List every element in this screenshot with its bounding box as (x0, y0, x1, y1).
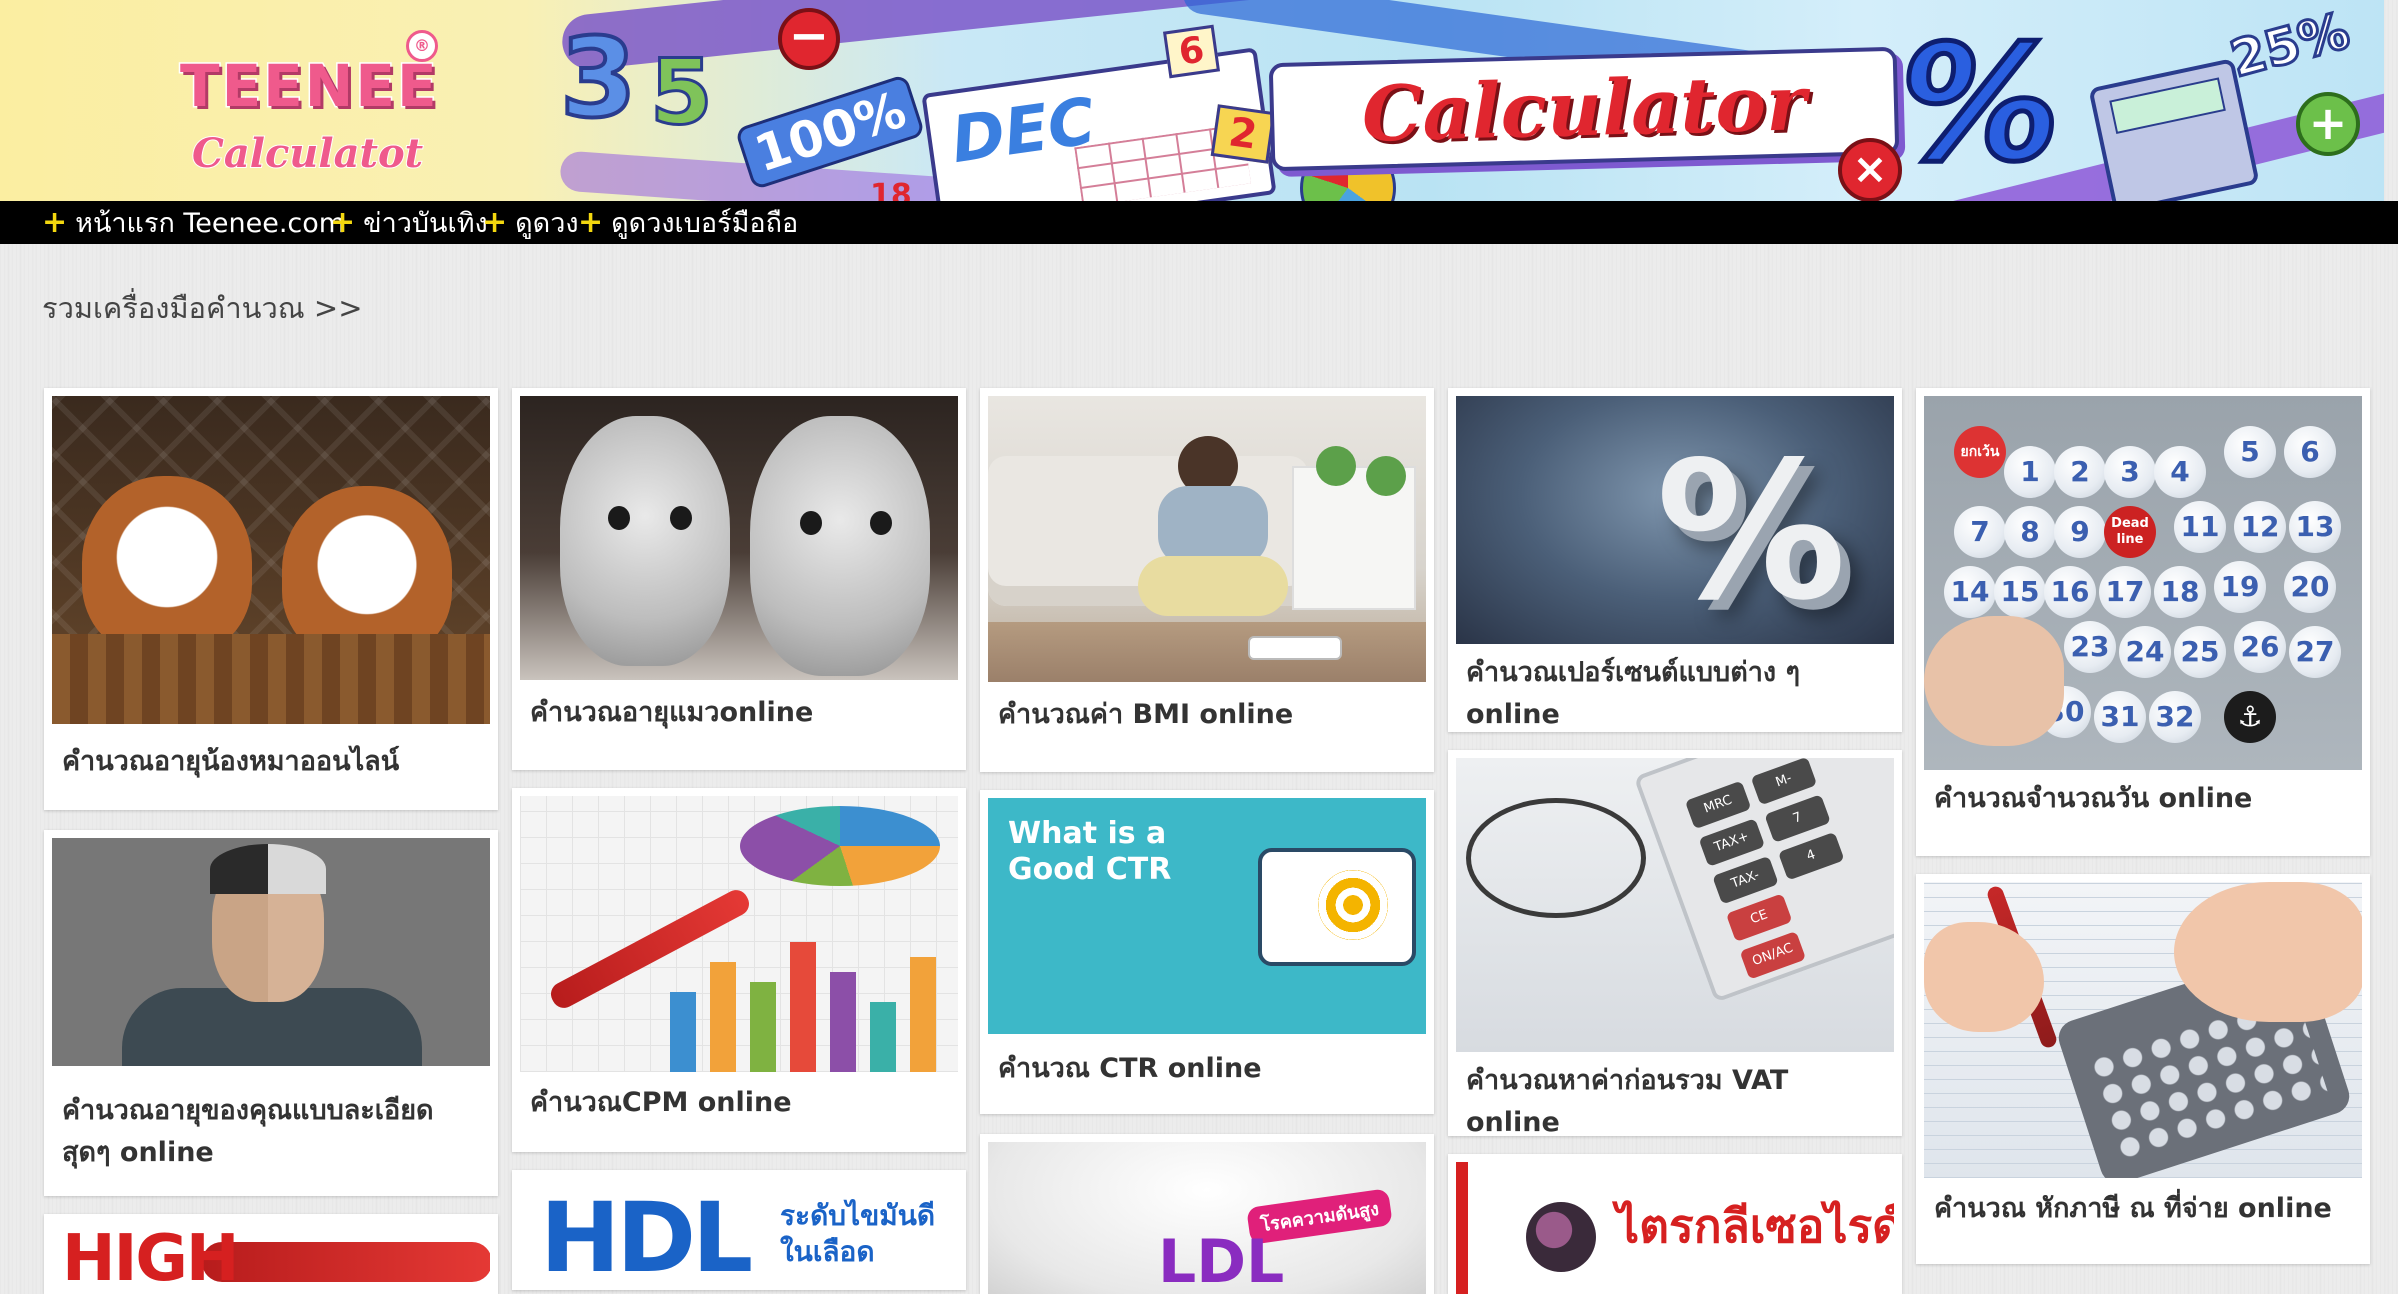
card-image: ไตรกลีเซอไรด์ (1456, 1162, 1894, 1294)
card-title: คำนวณCPM online (530, 1087, 792, 1118)
plus-icon: + (482, 205, 508, 240)
card-image: ยกเว้น 1 2 3 4 5 6 7 8 9 Dead line 11 12… (1924, 396, 2362, 770)
card-image (1924, 882, 2362, 1178)
card-image: MRC M- TAX+ 7 TAX- 4 CE ON/AC (1456, 758, 1894, 1052)
card-vat[interactable]: MRC M- TAX+ 7 TAX- 4 CE ON/AC คำนวณหาค่า… (1448, 750, 1902, 1136)
logo-word: TEENEE (179, 51, 439, 122)
nav-item-label: ข่าวบันเทิง (363, 208, 488, 239)
card-image-text: What is a Good CTR (1008, 816, 1172, 887)
card-exact-age[interactable]: คำนวณอายุของคุณแบบละเอียดสุดๆ online (44, 830, 498, 1196)
card-percent[interactable]: % คำนวณเปอร์เซนต์แบบต่าง ๆ online (1448, 388, 1902, 732)
card-cat-age[interactable]: คำนวณอายุแมวonline (512, 388, 966, 770)
card-image-text: HIGH (62, 1222, 239, 1294)
nav-item-label: ดูดวงเบอร์มือถือ (611, 208, 799, 239)
card-title: คำนวณ CTR online (998, 1053, 1262, 1084)
card-title: คำนวณหาค่าก่อนรวม VAT online (1466, 1065, 1789, 1136)
card-image (520, 796, 958, 1072)
card-bmi[interactable]: คำนวณค่า BMI online (980, 388, 1434, 772)
card-image (520, 396, 958, 680)
card-image: % (1456, 396, 1894, 644)
card-image: โรคความดันสูง LDL (988, 1142, 1426, 1294)
card-image (52, 396, 490, 724)
card-title: คำนวณค่า BMI online (998, 699, 1294, 730)
card-image: What is a Good CTR (988, 798, 1426, 1034)
card-image (988, 396, 1426, 682)
card-title: คำนวณอายุของคุณแบบละเอียดสุดๆ online (62, 1095, 434, 1168)
card-image (52, 838, 490, 1066)
top-nav: + หน้าแรก Teenee.com + ข่าวบันเทิง + ดูดวง … (0, 201, 2398, 244)
plus-icon: + (42, 205, 68, 240)
banner-number-6: 6 (1162, 24, 1221, 79)
logo-subtitle: Calculatot (191, 129, 424, 178)
card-cpm[interactable]: คำนวณCPM online (512, 788, 966, 1152)
banner-25-percent: 25% (2223, 0, 2357, 90)
percent-icon: % (1897, 8, 2062, 200)
card-ctr[interactable]: What is a Good CTR คำนวณ CTR online (980, 790, 1434, 1114)
nav-item-home[interactable]: + หน้าแรก Teenee.com (42, 201, 345, 244)
banner-title: Calculator (1268, 46, 1900, 172)
section-heading-link[interactable]: รวมเครื่องมือคำนวณ >> (42, 285, 363, 331)
card-title: คำนวณอายุแมวonline (530, 697, 814, 728)
calculator-icon: MRC M- TAX+ 7 TAX- 4 CE ON/AC (1633, 758, 1894, 1003)
plus-icon: + (2296, 92, 2360, 156)
nav-item-horoscope[interactable]: + ดูดวง (482, 201, 579, 244)
card-image: HIGH (52, 1222, 490, 1294)
card-image-text: LDL (1158, 1227, 1285, 1294)
banner-number-3: 3 (558, 12, 639, 144)
molecule-icon (1526, 1202, 1596, 1272)
card-image-text: ไตรกลีเซอไรด์ (1616, 1199, 1894, 1253)
target-icon (1318, 870, 1388, 940)
plus-icon: + (330, 205, 356, 240)
teenee-logo[interactable]: TEENEE ® Calculatot (100, 18, 440, 178)
banner-number-8: 18 (870, 178, 912, 201)
banner-number-2: 2 (1210, 104, 1276, 164)
calculator-icon (2088, 58, 2260, 201)
registered-mark: ® (406, 30, 438, 62)
nav-item-phone-number-horoscope[interactable]: + ดูดวงเบอร์มือถือ (578, 201, 798, 244)
header-banner[interactable]: TEENEE ® Calculatot 3 5 − 100% DEC 6 2 1… (0, 0, 2384, 201)
multiply-icon: × (1838, 138, 1902, 201)
banner-number-5: 5 (649, 39, 715, 147)
card-withholding-tax[interactable]: คำนวณ หักภาษี ณ ที่จ่าย online (1916, 874, 2370, 1264)
glasses-icon (1466, 798, 1646, 918)
card-ldl[interactable]: โรคความดันสูง LDL (980, 1134, 1434, 1294)
card-title: คำนวณจำนวณวัน online (1934, 783, 2253, 814)
card-triglyceride[interactable]: ไตรกลีเซอไรด์ (1448, 1154, 1902, 1294)
card-dog-age[interactable]: คำนวณอายุน้องหมาออนไลน์ (44, 388, 498, 810)
card-day-count[interactable]: ยกเว้น 1 2 3 4 5 6 7 8 9 Dead line 11 12… (1916, 388, 2370, 856)
plus-icon: + (578, 205, 604, 240)
card-high-blood-pressure[interactable]: HIGH (44, 1214, 498, 1294)
card-image-text: HDL (540, 1182, 753, 1290)
percent-icon: % (1656, 421, 1847, 642)
card-image: HDL ระดับไขมันดี ในเลือด (520, 1178, 958, 1290)
nav-item-label: ดูดวง (515, 208, 579, 239)
card-title: คำนวณอายุน้องหมาออนไลน์ (62, 746, 400, 777)
card-title: คำนวณเปอร์เซนต์แบบต่าง ๆ online (1466, 657, 1800, 730)
card-title: คำนวณ หักภาษี ณ ที่จ่าย online (1934, 1193, 2332, 1224)
minus-icon: − (778, 8, 840, 70)
nav-item-entertainment-news[interactable]: + ข่าวบันเทิง (330, 201, 488, 244)
nav-item-label: หน้าแรก Teenee.com (75, 208, 346, 239)
card-hdl[interactable]: HDL ระดับไขมันดี ในเลือด (512, 1170, 966, 1290)
card-image-subtext: ระดับไขมันดี ในเลือด (780, 1199, 936, 1268)
